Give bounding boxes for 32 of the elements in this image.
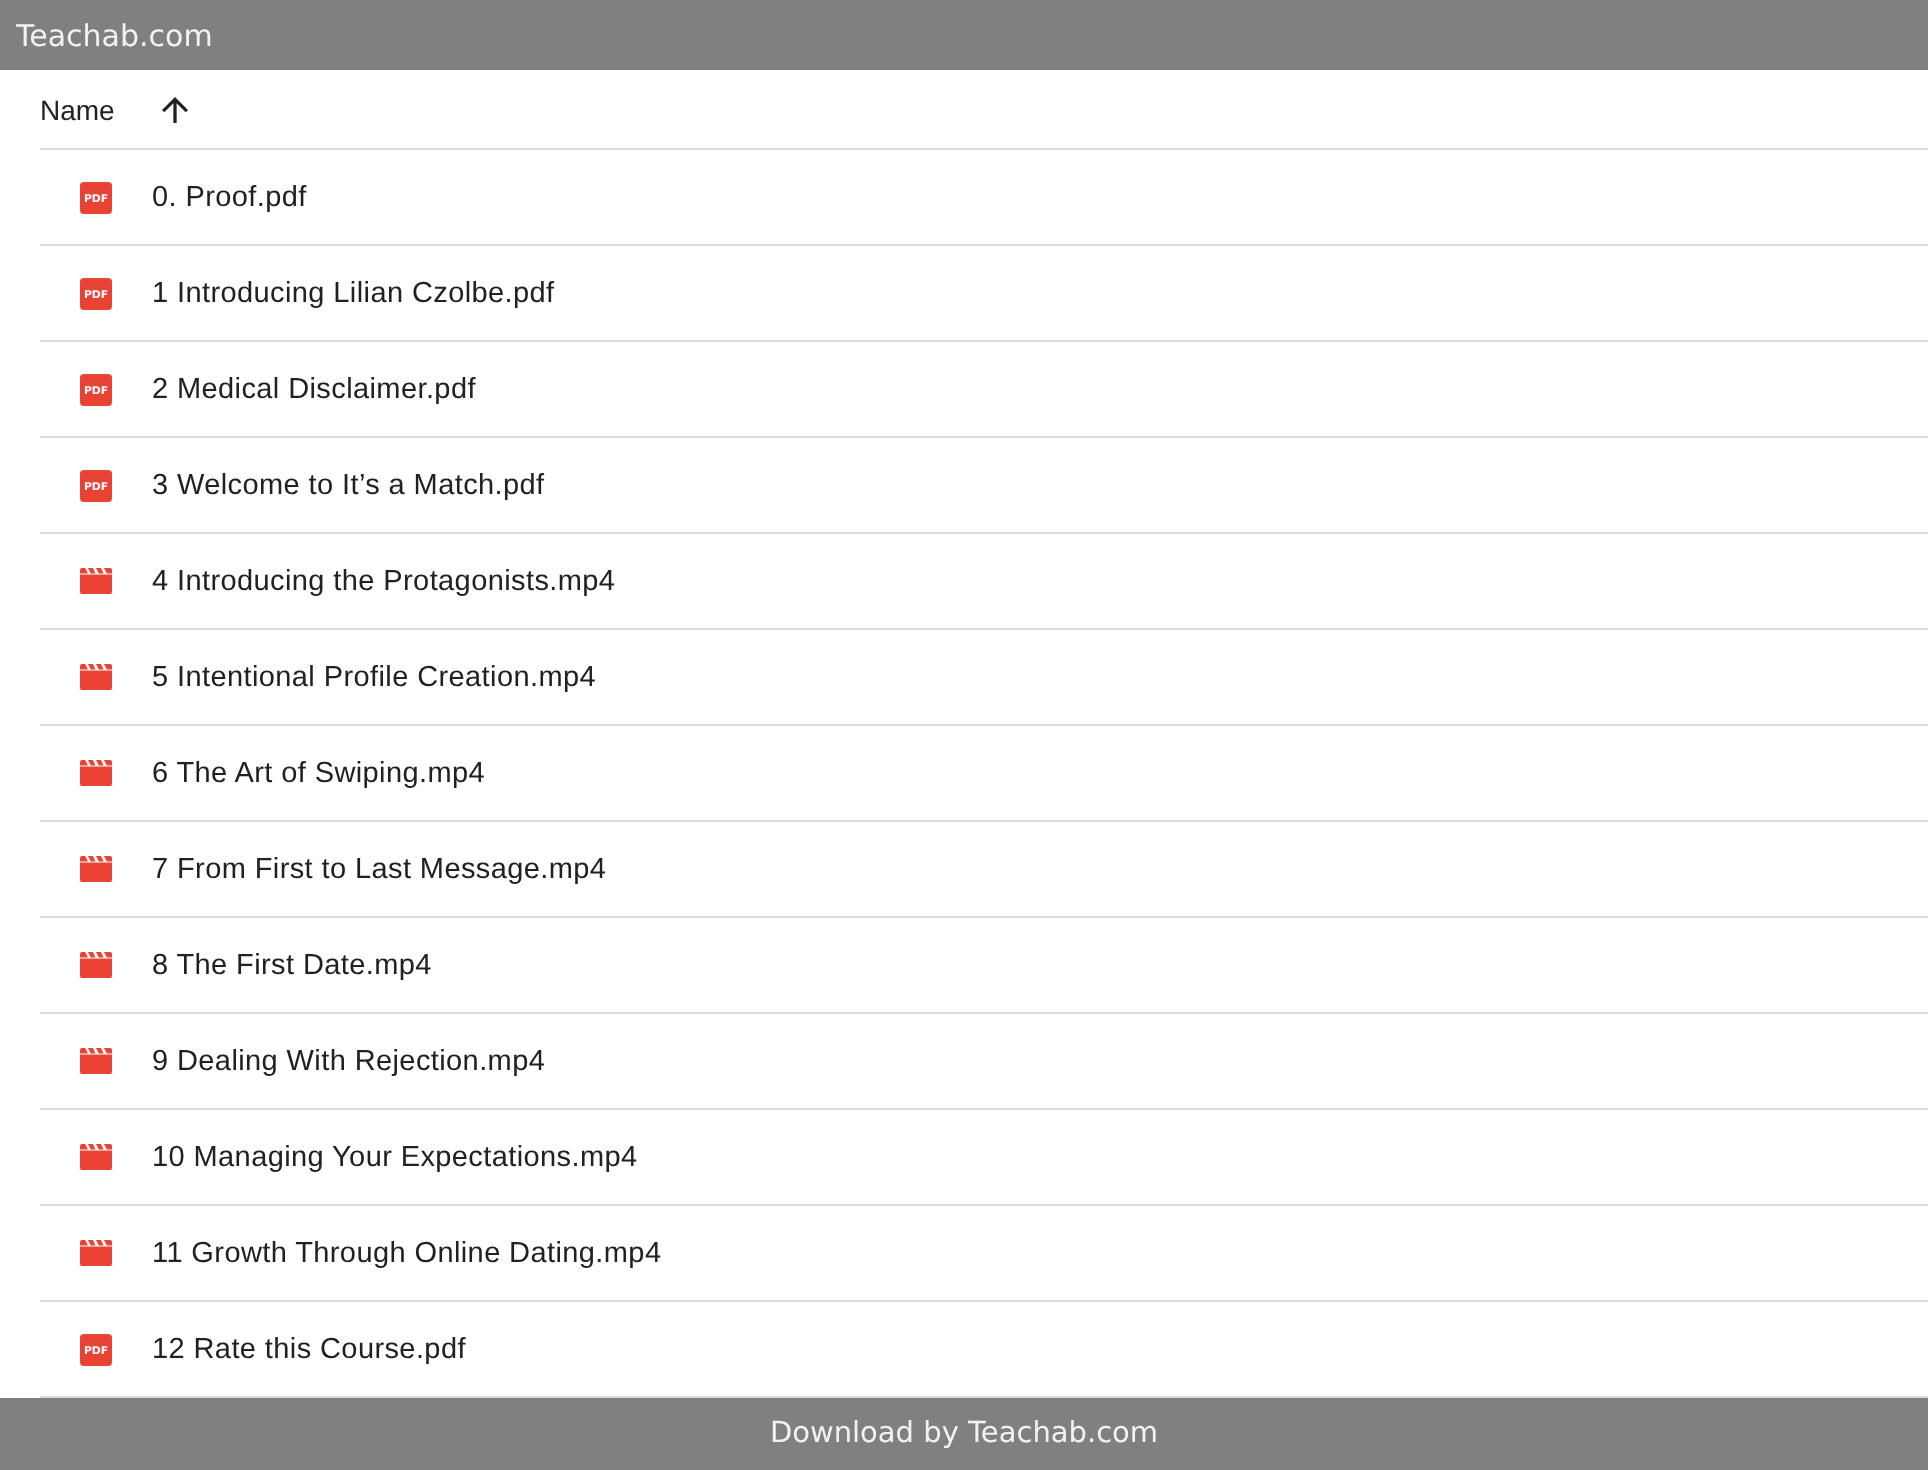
file-name: 1 Introducing Lilian Czolbe.pdf — [152, 277, 555, 309]
file-name: 12 Rate this Course.pdf — [152, 1333, 466, 1365]
file-name: 6 The Art of Swiping.mp4 — [152, 757, 486, 789]
file-name: 7 From First to Last Message.mp4 — [152, 853, 607, 885]
file-name: 10 Managing Your Expectations.mp4 — [152, 1141, 638, 1173]
download-note: Download by Teachab.com — [769, 1418, 1159, 1450]
file-row[interactable]: 11 Growth Through Online Dating.mp4 — [40, 1206, 1928, 1302]
file-row[interactable]: 5 Intentional Profile Creation.mp4 — [40, 630, 1928, 726]
name-column-header[interactable]: Name — [40, 93, 189, 125]
clapperboard-icon — [80, 856, 112, 882]
file-row[interactable]: 7 From First to Last Message.mp4 — [40, 822, 1928, 918]
file-row[interactable]: 10 Managing Your Expectations.mp4 — [40, 1110, 1928, 1206]
clapperboard-icon — [80, 664, 112, 690]
file-name: 8 The First Date.mp4 — [152, 949, 432, 981]
clapperboard-icon — [80, 1240, 112, 1266]
file-name: 3 Welcome to It’s a Match.pdf — [152, 469, 545, 501]
clapperboard-icon — [80, 1144, 112, 1170]
file-row[interactable]: 8 The First Date.mp4 — [40, 918, 1928, 1014]
file-row[interactable]: 9 Dealing With Rejection.mp4 — [40, 1014, 1928, 1110]
file-name: 9 Dealing With Rejection.mp4 — [152, 1045, 546, 1077]
file-row[interactable]: 6 The Art of Swiping.mp4 — [40, 726, 1928, 822]
clapperboard-icon — [80, 760, 112, 786]
clapperboard-icon — [80, 952, 112, 978]
file-name: 4 Introducing the Protagonists.mp4 — [152, 565, 616, 597]
file-name: 0. Proof.pdf — [152, 181, 307, 213]
site-title: Teachab.com — [16, 17, 213, 53]
clapperboard-icon — [80, 568, 112, 594]
file-name: 5 Intentional Profile Creation.mp4 — [152, 661, 597, 693]
file-name: 11 Growth Through Online Dating.mp4 — [152, 1237, 662, 1269]
clapperboard-icon — [80, 1048, 112, 1074]
file-row[interactable]: 4 Introducing the Protagonists.mp4 — [40, 534, 1928, 630]
file-name: 2 Medical Disclaimer.pdf — [152, 373, 476, 405]
